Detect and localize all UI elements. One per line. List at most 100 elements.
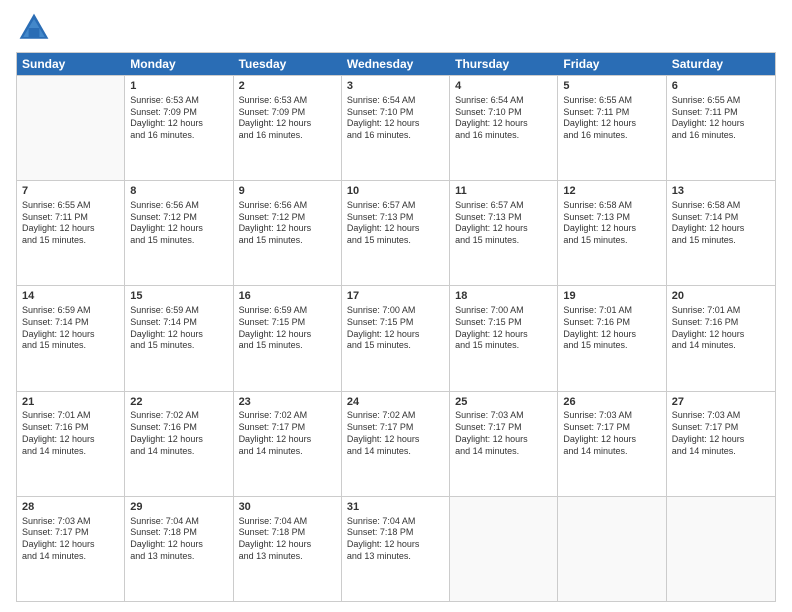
- cell-info: Sunrise: 6:59 AMSunset: 7:14 PMDaylight:…: [130, 305, 227, 352]
- day-number: 20: [672, 289, 770, 304]
- calendar-header: SundayMondayTuesdayWednesdayThursdayFrid…: [17, 53, 775, 75]
- calendar-cell: [17, 76, 125, 180]
- cell-info: Sunrise: 7:04 AMSunset: 7:18 PMDaylight:…: [347, 516, 444, 563]
- day-number: 27: [672, 395, 770, 410]
- calendar: SundayMondayTuesdayWednesdayThursdayFrid…: [16, 52, 776, 602]
- cell-info: Sunrise: 6:57 AMSunset: 7:13 PMDaylight:…: [347, 200, 444, 247]
- day-number: 30: [239, 500, 336, 515]
- calendar-cell: 28Sunrise: 7:03 AMSunset: 7:17 PMDayligh…: [17, 497, 125, 601]
- cell-info: Sunrise: 6:55 AMSunset: 7:11 PMDaylight:…: [563, 95, 660, 142]
- cell-info: Sunrise: 6:54 AMSunset: 7:10 PMDaylight:…: [347, 95, 444, 142]
- calendar-cell: 2Sunrise: 6:53 AMSunset: 7:09 PMDaylight…: [234, 76, 342, 180]
- cell-info: Sunrise: 6:55 AMSunset: 7:11 PMDaylight:…: [672, 95, 770, 142]
- cell-info: Sunrise: 7:03 AMSunset: 7:17 PMDaylight:…: [563, 410, 660, 457]
- cell-info: Sunrise: 6:55 AMSunset: 7:11 PMDaylight:…: [22, 200, 119, 247]
- cell-info: Sunrise: 7:01 AMSunset: 7:16 PMDaylight:…: [563, 305, 660, 352]
- day-number: 6: [672, 79, 770, 94]
- calendar-cell: 31Sunrise: 7:04 AMSunset: 7:18 PMDayligh…: [342, 497, 450, 601]
- day-number: 11: [455, 184, 552, 199]
- day-number: 7: [22, 184, 119, 199]
- day-number: 3: [347, 79, 444, 94]
- header-day-saturday: Saturday: [667, 53, 775, 75]
- day-number: 23: [239, 395, 336, 410]
- day-number: 12: [563, 184, 660, 199]
- header-day-thursday: Thursday: [450, 53, 558, 75]
- header-day-wednesday: Wednesday: [342, 53, 450, 75]
- header: [16, 10, 776, 46]
- calendar-cell: 8Sunrise: 6:56 AMSunset: 7:12 PMDaylight…: [125, 181, 233, 285]
- cell-info: Sunrise: 7:04 AMSunset: 7:18 PMDaylight:…: [130, 516, 227, 563]
- cell-info: Sunrise: 7:02 AMSunset: 7:17 PMDaylight:…: [239, 410, 336, 457]
- cell-info: Sunrise: 6:53 AMSunset: 7:09 PMDaylight:…: [130, 95, 227, 142]
- calendar-cell: 25Sunrise: 7:03 AMSunset: 7:17 PMDayligh…: [450, 392, 558, 496]
- cell-info: Sunrise: 7:01 AMSunset: 7:16 PMDaylight:…: [672, 305, 770, 352]
- calendar-cell: 19Sunrise: 7:01 AMSunset: 7:16 PMDayligh…: [558, 286, 666, 390]
- calendar-cell: 20Sunrise: 7:01 AMSunset: 7:16 PMDayligh…: [667, 286, 775, 390]
- cell-info: Sunrise: 6:53 AMSunset: 7:09 PMDaylight:…: [239, 95, 336, 142]
- day-number: 9: [239, 184, 336, 199]
- day-number: 24: [347, 395, 444, 410]
- logo-icon: [16, 10, 52, 46]
- calendar-cell: [450, 497, 558, 601]
- calendar-cell: 11Sunrise: 6:57 AMSunset: 7:13 PMDayligh…: [450, 181, 558, 285]
- day-number: 28: [22, 500, 119, 515]
- day-number: 1: [130, 79, 227, 94]
- calendar-body: 1Sunrise: 6:53 AMSunset: 7:09 PMDaylight…: [17, 75, 775, 601]
- calendar-cell: 5Sunrise: 6:55 AMSunset: 7:11 PMDaylight…: [558, 76, 666, 180]
- day-number: 31: [347, 500, 444, 515]
- calendar-cell: 15Sunrise: 6:59 AMSunset: 7:14 PMDayligh…: [125, 286, 233, 390]
- calendar-cell: 17Sunrise: 7:00 AMSunset: 7:15 PMDayligh…: [342, 286, 450, 390]
- cell-info: Sunrise: 6:54 AMSunset: 7:10 PMDaylight:…: [455, 95, 552, 142]
- day-number: 26: [563, 395, 660, 410]
- calendar-cell: 6Sunrise: 6:55 AMSunset: 7:11 PMDaylight…: [667, 76, 775, 180]
- calendar-row-0: 1Sunrise: 6:53 AMSunset: 7:09 PMDaylight…: [17, 75, 775, 180]
- day-number: 13: [672, 184, 770, 199]
- cell-info: Sunrise: 6:59 AMSunset: 7:14 PMDaylight:…: [22, 305, 119, 352]
- calendar-cell: 22Sunrise: 7:02 AMSunset: 7:16 PMDayligh…: [125, 392, 233, 496]
- cell-info: Sunrise: 7:01 AMSunset: 7:16 PMDaylight:…: [22, 410, 119, 457]
- day-number: 25: [455, 395, 552, 410]
- calendar-cell: 3Sunrise: 6:54 AMSunset: 7:10 PMDaylight…: [342, 76, 450, 180]
- calendar-cell: 23Sunrise: 7:02 AMSunset: 7:17 PMDayligh…: [234, 392, 342, 496]
- day-number: 2: [239, 79, 336, 94]
- calendar-cell: 29Sunrise: 7:04 AMSunset: 7:18 PMDayligh…: [125, 497, 233, 601]
- calendar-cell: 18Sunrise: 7:00 AMSunset: 7:15 PMDayligh…: [450, 286, 558, 390]
- calendar-cell: 7Sunrise: 6:55 AMSunset: 7:11 PMDaylight…: [17, 181, 125, 285]
- day-number: 4: [455, 79, 552, 94]
- calendar-cell: 21Sunrise: 7:01 AMSunset: 7:16 PMDayligh…: [17, 392, 125, 496]
- cell-info: Sunrise: 6:58 AMSunset: 7:14 PMDaylight:…: [672, 200, 770, 247]
- calendar-cell: 12Sunrise: 6:58 AMSunset: 7:13 PMDayligh…: [558, 181, 666, 285]
- day-number: 8: [130, 184, 227, 199]
- calendar-cell: 9Sunrise: 6:56 AMSunset: 7:12 PMDaylight…: [234, 181, 342, 285]
- calendar-cell: 16Sunrise: 6:59 AMSunset: 7:15 PMDayligh…: [234, 286, 342, 390]
- calendar-row-2: 14Sunrise: 6:59 AMSunset: 7:14 PMDayligh…: [17, 285, 775, 390]
- header-day-friday: Friday: [558, 53, 666, 75]
- day-number: 15: [130, 289, 227, 304]
- day-number: 21: [22, 395, 119, 410]
- day-number: 5: [563, 79, 660, 94]
- cell-info: Sunrise: 7:00 AMSunset: 7:15 PMDaylight:…: [347, 305, 444, 352]
- cell-info: Sunrise: 7:03 AMSunset: 7:17 PMDaylight:…: [672, 410, 770, 457]
- day-number: 18: [455, 289, 552, 304]
- calendar-cell: 24Sunrise: 7:02 AMSunset: 7:17 PMDayligh…: [342, 392, 450, 496]
- cell-info: Sunrise: 7:03 AMSunset: 7:17 PMDaylight:…: [22, 516, 119, 563]
- cell-info: Sunrise: 6:57 AMSunset: 7:13 PMDaylight:…: [455, 200, 552, 247]
- calendar-cell: 1Sunrise: 6:53 AMSunset: 7:09 PMDaylight…: [125, 76, 233, 180]
- calendar-row-1: 7Sunrise: 6:55 AMSunset: 7:11 PMDaylight…: [17, 180, 775, 285]
- day-number: 14: [22, 289, 119, 304]
- calendar-cell: 26Sunrise: 7:03 AMSunset: 7:17 PMDayligh…: [558, 392, 666, 496]
- cell-info: Sunrise: 7:00 AMSunset: 7:15 PMDaylight:…: [455, 305, 552, 352]
- cell-info: Sunrise: 7:03 AMSunset: 7:17 PMDaylight:…: [455, 410, 552, 457]
- day-number: 16: [239, 289, 336, 304]
- day-number: 22: [130, 395, 227, 410]
- page: SundayMondayTuesdayWednesdayThursdayFrid…: [0, 0, 792, 612]
- cell-info: Sunrise: 6:58 AMSunset: 7:13 PMDaylight:…: [563, 200, 660, 247]
- day-number: 10: [347, 184, 444, 199]
- day-number: 29: [130, 500, 227, 515]
- cell-info: Sunrise: 6:56 AMSunset: 7:12 PMDaylight:…: [130, 200, 227, 247]
- calendar-cell: 30Sunrise: 7:04 AMSunset: 7:18 PMDayligh…: [234, 497, 342, 601]
- logo: [16, 10, 56, 46]
- calendar-row-3: 21Sunrise: 7:01 AMSunset: 7:16 PMDayligh…: [17, 391, 775, 496]
- calendar-cell: 4Sunrise: 6:54 AMSunset: 7:10 PMDaylight…: [450, 76, 558, 180]
- calendar-cell: 10Sunrise: 6:57 AMSunset: 7:13 PMDayligh…: [342, 181, 450, 285]
